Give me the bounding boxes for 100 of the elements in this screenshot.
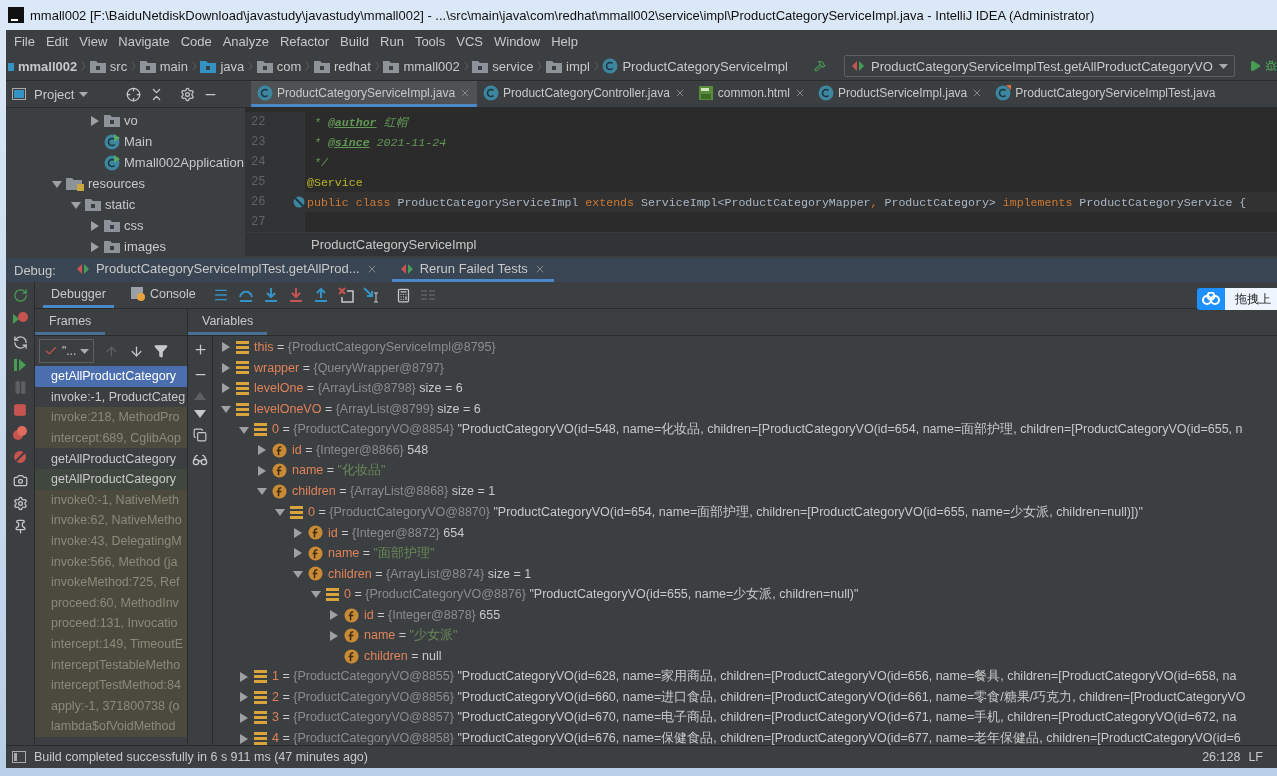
menu-item[interactable]: Code <box>180 33 212 49</box>
menu-item[interactable]: Build <box>340 33 369 49</box>
debug-session-tab[interactable]: Rerun Failed Tests <box>391 258 554 282</box>
menu-item[interactable]: Help <box>551 33 578 49</box>
locate-icon[interactable] <box>126 86 142 102</box>
collapse-arrow-icon[interactable] <box>311 589 321 600</box>
stack-frame[interactable]: getAllProductCategory <box>35 366 187 387</box>
variable-entry[interactable]: id = {Integer@8866} 548 <box>292 443 429 458</box>
expand-arrow-icon[interactable] <box>90 220 100 231</box>
collapse-arrow-icon[interactable] <box>71 199 81 210</box>
editor-tab[interactable]: ProductServiceImpl.java <box>811 81 990 107</box>
breadcrumb-item[interactable]: main <box>159 58 188 74</box>
run-icon[interactable] <box>1248 58 1261 74</box>
settings-icon[interactable] <box>180 86 196 102</box>
editor-tab[interactable]: ProductCategoryServiceImplTest.java <box>989 81 1222 107</box>
collapse-arrow-icon[interactable] <box>257 486 267 497</box>
menu-item[interactable]: Window <box>493 33 541 49</box>
filter-icon[interactable] <box>154 344 169 358</box>
variable-entry[interactable]: wrapper = {QueryWrapper@8797} <box>254 360 445 375</box>
menu-item[interactable]: File <box>14 33 35 49</box>
menu-item[interactable]: VCS <box>456 33 483 49</box>
breakpoints-icon[interactable] <box>12 425 28 441</box>
tree-item[interactable]: static <box>105 197 136 212</box>
breadcrumb-item[interactable]: src <box>109 58 128 74</box>
tree-item[interactable]: css <box>124 218 144 233</box>
variable-entry[interactable]: 0 = {ProductCategoryVO@8870} "ProductCategoryVO(id=654, name=面部护理, children=[ProductCategoryVO(id=655, name=少女派, children=null)])" <box>308 503 1143 521</box>
run-configuration-dropdown[interactable]: ProductCategoryServiceImplTest.getAllProductCategoryVO <box>844 55 1235 77</box>
next-frame-icon[interactable] <box>129 343 145 359</box>
expand-arrow-icon[interactable] <box>257 465 267 476</box>
expand-arrow-icon[interactable] <box>239 671 249 682</box>
menu-item[interactable]: Analyze <box>222 33 269 49</box>
breadcrumb-item[interactable]: com <box>276 58 302 74</box>
debug-session-tab[interactable]: ProductCategoryServiceImplTest.getAllProd... <box>67 258 386 282</box>
collapse-arrow-icon[interactable] <box>239 424 249 435</box>
tree-item[interactable]: vo <box>124 113 138 128</box>
tree-item[interactable]: images <box>124 239 166 254</box>
run-to-cursor-icon[interactable] <box>362 287 379 303</box>
collapse-arrow-icon[interactable] <box>293 568 303 579</box>
variable-entry[interactable]: children = {ArrayList@8874} size = 1 <box>328 566 532 581</box>
menu-item[interactable]: Navigate <box>118 33 170 49</box>
pin-icon[interactable] <box>12 519 28 534</box>
editor-tab[interactable]: ProductCategoryServiceImpl.java <box>251 81 478 107</box>
expand-arrow-icon[interactable] <box>257 445 267 456</box>
resume-icon[interactable] <box>13 358 27 372</box>
expand-arrow-icon[interactable] <box>221 342 231 353</box>
expand-arrow-icon[interactable] <box>329 630 339 641</box>
layout-icon[interactable] <box>212 287 229 303</box>
editor-tab[interactable]: ProductCategoryController.java <box>477 81 692 107</box>
menu-item[interactable]: Refactor <box>279 33 330 49</box>
expand-arrow-icon[interactable] <box>90 115 100 126</box>
variable-entry[interactable]: id = {Integer@8872} 654 <box>328 525 465 540</box>
collapse-arrow-icon[interactable] <box>275 507 285 518</box>
breadcrumb-item[interactable]: ProductCategoryServiceImpl <box>311 237 477 252</box>
expand-arrow-icon[interactable] <box>293 527 303 538</box>
variable-entry[interactable]: this = {ProductCategoryServiceImpl@8795} <box>254 340 496 355</box>
variables-tab[interactable]: Variables <box>188 309 268 335</box>
force-step-into-icon[interactable] <box>287 287 304 303</box>
expand-arrow-icon[interactable] <box>293 548 303 559</box>
variable-entry[interactable]: 3 = {ProductCategoryVO@8857} "ProductCategoryVO(id=670, name=电子商品, children=[ProductCategoryVO(id=671, name=手机, children=[ProductCategoryVO(id=672, na <box>272 709 1237 727</box>
menu-item[interactable]: View <box>79 33 108 49</box>
rerun-icon[interactable] <box>12 288 28 303</box>
debugger-tab[interactable]: Debugger <box>43 282 114 308</box>
expand-arrow-icon[interactable] <box>90 241 100 252</box>
toggle-auto-test-icon[interactable] <box>12 335 28 350</box>
variable-entry[interactable]: children = {ArrayList@8868} size = 1 <box>292 484 496 499</box>
expand-arrow-icon[interactable] <box>221 383 231 394</box>
menu-item[interactable]: Edit <box>45 33 69 49</box>
drop-frame-icon[interactable] <box>337 287 354 303</box>
move-down-icon[interactable] <box>194 410 206 418</box>
breadcrumb-item[interactable]: mmall002 <box>403 58 460 74</box>
breadcrumb-item[interactable]: ProductCategoryServiceImpl <box>622 58 788 74</box>
collapse-arrow-icon[interactable] <box>52 178 62 189</box>
stack-frame[interactable]: getAllProductCategory <box>35 468 187 490</box>
expand-arrow-icon[interactable] <box>239 692 249 703</box>
stack-frame[interactable]: getAllProductCategory <box>35 448 187 469</box>
tree-item[interactable]: Mmall002Application <box>124 155 244 170</box>
tree-item[interactable]: resources <box>88 176 146 191</box>
camera-icon[interactable] <box>12 473 28 488</box>
frames-tab[interactable]: Frames <box>35 309 106 335</box>
thread-dropdown[interactable]: "... <box>39 339 95 363</box>
breadcrumb-item[interactable]: service <box>492 58 534 74</box>
variable-entry[interactable]: levelOneVO = {ArrayList@8799} size = 6 <box>254 402 481 417</box>
tree-item[interactable]: Main <box>124 134 153 149</box>
tool-windows-icon[interactable] <box>12 751 26 763</box>
line-separator[interactable]: LF <box>1248 750 1263 764</box>
step-out-icon[interactable] <box>312 287 329 303</box>
breadcrumb-item[interactable]: impl <box>566 58 590 74</box>
rerun-failed-icon[interactable] <box>12 311 28 327</box>
watches-icon[interactable] <box>192 452 208 468</box>
caret-position[interactable]: 26:128 <box>1202 750 1241 764</box>
breadcrumb-item[interactable]: redhat <box>333 58 371 74</box>
debug-icon[interactable] <box>1264 58 1277 74</box>
step-into-icon[interactable] <box>262 287 279 303</box>
project-view-dropdown[interactable]: Project <box>34 86 89 102</box>
stop-icon[interactable] <box>13 403 27 417</box>
editor-tab[interactable]: common.html <box>691 81 812 107</box>
evaluate-icon[interactable] <box>395 287 411 303</box>
debugger-tab[interactable]: Console <box>122 282 204 308</box>
menu-item[interactable]: Run <box>380 33 404 49</box>
variable-entry[interactable]: children = null <box>364 649 442 664</box>
